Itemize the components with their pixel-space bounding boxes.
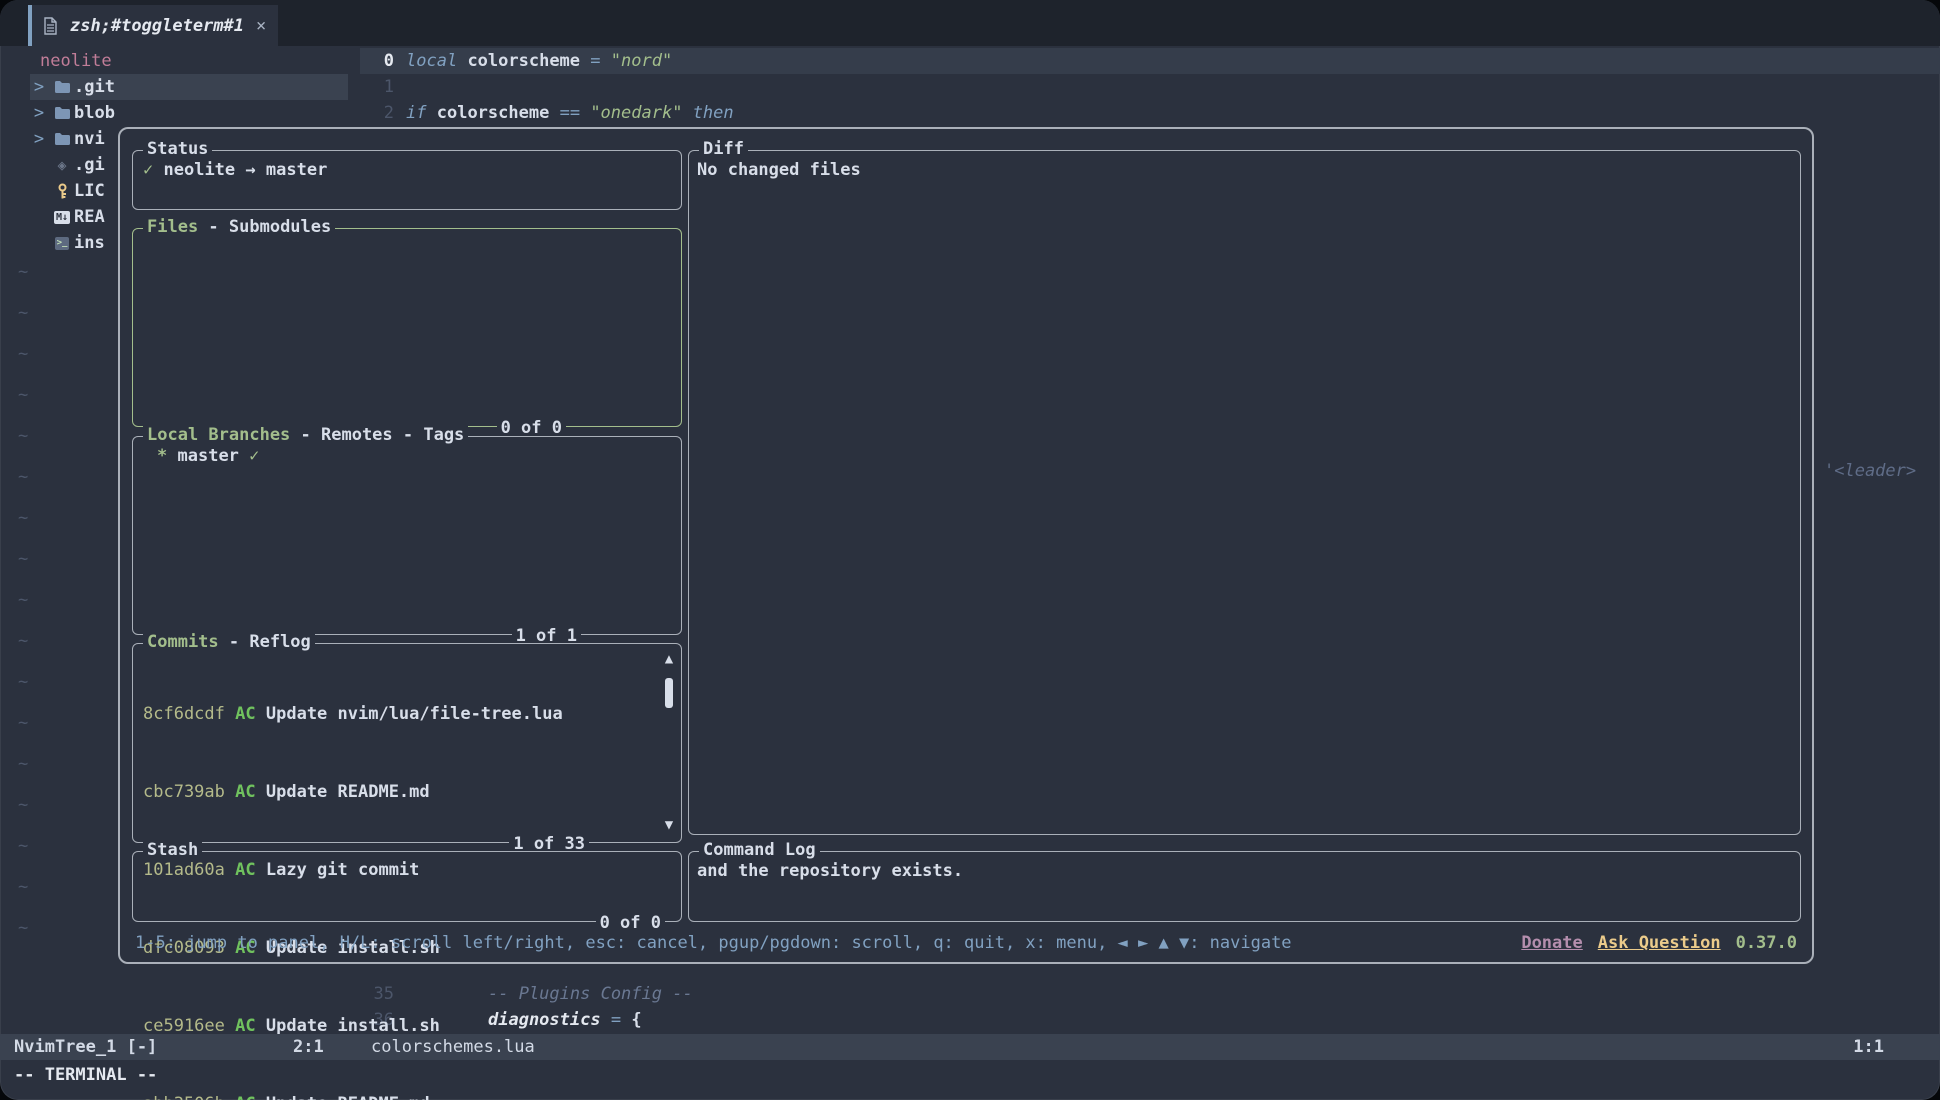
chevron-right-icon[interactable]: > [28,129,50,149]
editor-line-2[interactable]: 2if colorscheme == "onedark" then [360,100,1940,126]
tilde-marker: ~ [18,713,28,754]
editor-line-1[interactable]: 1 [360,74,1940,100]
panel-branches-tab-active[interactable]: Local Branches [147,425,290,445]
sidebar-item-license[interactable]: LIC [50,178,105,204]
filetree-root: neolite [40,48,112,74]
tilde-marker: ~ [18,549,28,590]
sidebar-item-label: REA [74,207,105,227]
tilde-marker: ~ [18,877,28,918]
tilde-marker: ~ [18,303,28,344]
panel-branches-tab-rest[interactable]: - Remotes - Tags [290,425,464,445]
chevron-right-icon[interactable]: > [28,77,50,97]
sidebar-item-readme[interactable]: M↓ REA [50,204,105,230]
sidebar-item-label: LIC [74,181,105,201]
panel-files[interactable]: Files - Submodules 0 of 0 [132,228,682,427]
tilde-marker: ~ [18,754,28,795]
tilde-marker: ~ [18,918,28,959]
diff-content: No changed files [697,157,1790,183]
tabline: zsh;#toggleterm#1 × [0,0,1940,46]
lazygit-float-window: Status ✓ neolite → master Files - Submod… [118,127,1814,964]
terminal-icon: >_ [50,237,74,250]
file-icon [38,17,62,35]
panel-files-tab-rest[interactable]: - Submodules [198,217,331,237]
panel-status-title: Status [147,139,208,159]
sidebar-item-nvim-folder[interactable]: > nvi [28,126,105,152]
sidebar-item-git-folder[interactable]: > .git [28,74,115,100]
tilde-marker: ~ [18,467,28,508]
chevron-right-icon[interactable]: > [28,103,50,123]
line-number: 0 [360,51,394,71]
panel-commits[interactable]: Commits - Reflog 8cf6dcdf AC Update nvim… [132,643,682,843]
panel-status[interactable]: Status ✓ neolite → master [132,150,682,210]
statusline-filename: colorschemes.lua [371,1037,535,1057]
scrollbar-thumb[interactable] [665,678,673,708]
folder-icon [50,106,74,120]
panel-command-log-title: Command Log [703,840,816,860]
branch-row[interactable]: * master ✓ [157,443,671,469]
commit-row[interactable]: 8cf6dcdf AC Update nvim/lua/file-tree.lu… [143,701,655,727]
tilde-marker: ~ [18,508,28,549]
statusline-buffer-name: NvimTree_1 [-] [14,1037,157,1057]
statusline: NvimTree_1 [-] 2:1 colorschemes.lua 1:1 [0,1034,1940,1060]
folder-icon [50,132,74,146]
tilde-marker: ~ [18,672,28,713]
command-log-content: and the repository exists. [697,858,1790,884]
sidebar-item-label: nvi [74,129,105,149]
active-tab-indicator [28,5,32,46]
panel-branches[interactable]: Local Branches - Remotes - Tags * master… [132,436,682,635]
folder-icon [50,80,74,94]
scroll-up-icon[interactable]: ▲ [662,652,676,666]
panel-diff-title: Diff [703,139,744,159]
line-number: 2 [360,103,394,123]
tilde-marker: ~ [18,344,28,385]
files-count: 0 of 0 [497,418,566,438]
keybind-hints: 1-5: jump to panel, H/L: scroll left/rig… [135,933,1292,953]
sidebar-item-blob-folder[interactable]: > blob [28,100,115,126]
lazygit-version: 0.37.0 [1736,933,1797,953]
sidebar-item-label: .git [74,77,115,97]
sidebar-item-gitignore[interactable]: ◈ .gi [50,152,105,178]
commits-scrollbar[interactable]: ▲ ▼ [662,652,676,832]
status-branch-info: ✓ neolite → master [143,157,671,183]
lazygit-keybind-bar: 1-5: jump to panel, H/L: scroll left/rig… [135,930,1797,956]
statusline-cursor-position: 1:1 [1853,1037,1884,1057]
panel-command-log[interactable]: Command Log and the repository exists. [688,851,1801,922]
git-file-icon: ◈ [50,156,74,174]
panel-stash[interactable]: Stash 0 of 0 [132,851,682,922]
tilde-marker: ~ [18,795,28,836]
editor-line-0[interactable]: 0local colorscheme = "nord" [360,48,1940,74]
tilde-column: ~~~~~~~~~~~~~~~~~ [18,262,28,959]
editor-leader-text: '<leader> [1824,461,1916,481]
panel-stash-title: Stash [147,840,198,860]
commit-row[interactable]: abb3506b AC Update README.md [143,1091,655,1100]
line-number: 1 [360,77,394,97]
sidebar-item-label: ins [74,233,105,253]
sidebar-item-label: blob [74,103,115,123]
tilde-marker: ~ [18,836,28,877]
markdown-icon: M↓ [50,211,74,224]
tilde-marker: ~ [18,590,28,631]
ask-question-link[interactable]: Ask Question [1598,933,1721,953]
tab-close-icon[interactable]: × [256,16,266,36]
tab-title: zsh;#toggleterm#1 [70,16,244,36]
tab-toggleterm[interactable]: zsh;#toggleterm#1 × [28,5,278,46]
panel-diff[interactable]: Diff No changed files [688,150,1801,835]
mode-indicator: -- TERMINAL -- [14,1062,157,1088]
sidebar-item-install-sh[interactable]: >_ ins [50,230,105,256]
scroll-down-icon[interactable]: ▼ [662,818,676,832]
tilde-marker: ~ [18,262,28,303]
panel-files-tab-active[interactable]: Files [147,217,198,237]
donate-link[interactable]: Donate [1521,933,1582,953]
sidebar-item-label: .gi [74,155,105,175]
statusline-tree-position: 2:1 [293,1037,324,1057]
tilde-marker: ~ [18,385,28,426]
neovim-window: zsh;#toggleterm#1 × neolite > .git > blo… [0,0,1940,1100]
tilde-marker: ~ [18,631,28,672]
key-icon [50,183,74,200]
tilde-marker: ~ [18,426,28,467]
commit-row[interactable]: cbc739ab AC Update README.md [143,779,655,805]
